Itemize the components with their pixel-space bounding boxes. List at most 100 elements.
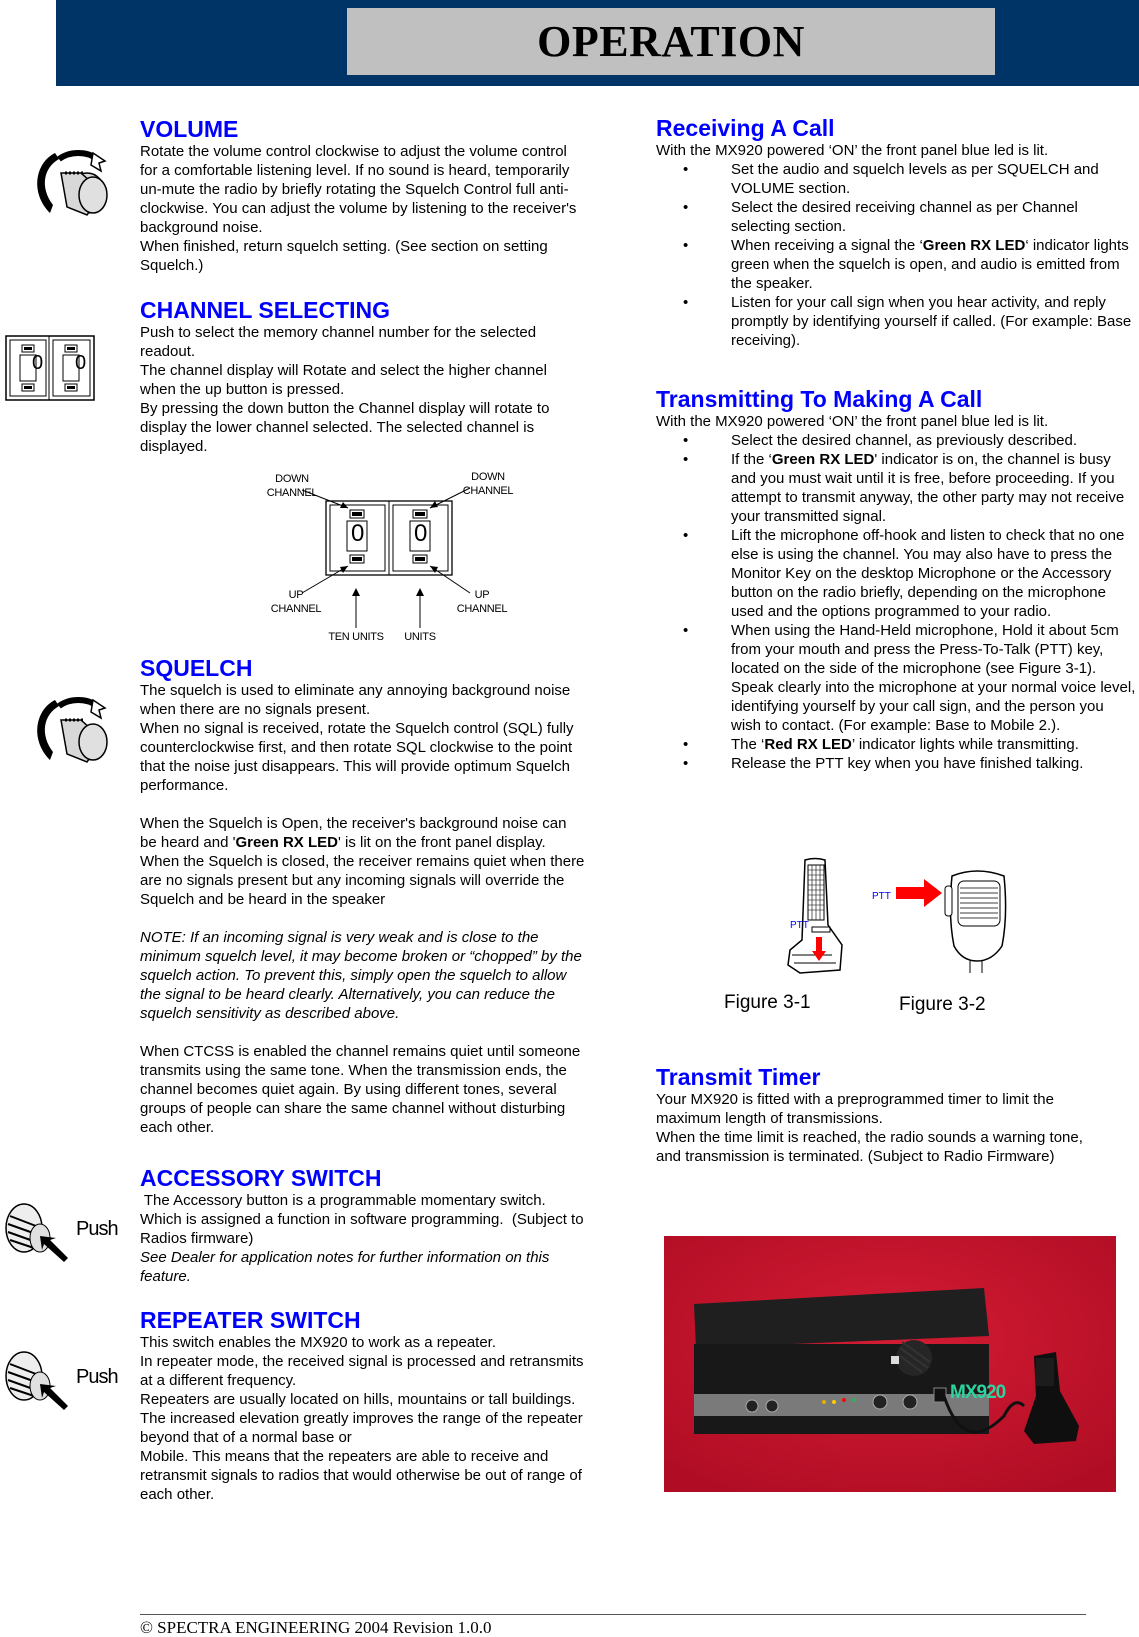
repeater-line: This switch enables the MX920 to work as… — [140, 1334, 497, 1351]
list-item: The ‘Red RX LED’ indicator lights while … — [656, 735, 1136, 754]
timer-line: and transmission is terminated. (Subject… — [656, 1148, 1055, 1165]
header-banner: OPERATION — [56, 0, 1139, 86]
volume-heading: VOLUME — [140, 116, 239, 142]
repeater-line: retransmit signals to radios that would … — [140, 1467, 582, 1484]
list-item: If the ‘Green RX LED' indicator is on, t… — [656, 450, 1136, 526]
list-item: Listen for your call sign when you hear … — [656, 293, 1136, 350]
accessory-note-line: feature. — [140, 1268, 191, 1285]
ctcss-line: each other. — [140, 1119, 215, 1136]
figure-3-1-caption: Figure 3-1 — [724, 992, 811, 1013]
list-item: Release the PTT key when you have finish… — [656, 754, 1136, 773]
accessory-line: The Accessory button is a programmable m… — [140, 1192, 546, 1209]
list-item: When receiving a signal the ‘Green RX LE… — [656, 236, 1136, 293]
list-item: Select the desired channel, as previousl… — [656, 431, 1136, 450]
squelch-section: SQUELCH The squelch is used to eliminate… — [140, 655, 640, 1137]
diagram-digit-tens: 0 — [351, 520, 365, 547]
squelch-line: When the Squelch is closed, the receiver… — [140, 853, 585, 870]
page-title: OPERATION — [537, 17, 805, 66]
repeater-line: at a different frequency. — [140, 1372, 297, 1389]
transmitting-heading: Transmitting To Making A Call — [656, 386, 983, 412]
receiving-list: Set the audio and squelch levels as per … — [656, 160, 1136, 350]
timer-line: maximum length of transmissions. — [656, 1110, 883, 1127]
text: Set the audio and squelch levels as per … — [731, 161, 1099, 197]
channel-line: Push to select the memory channel number… — [140, 324, 537, 341]
channel-line: By pressing the down button the Channel … — [140, 400, 550, 417]
repeater-line: Repeaters are usually located on hills, … — [140, 1391, 576, 1408]
rotary-knob-icon — [25, 690, 115, 775]
channel-section: CHANNEL SELECTING Push to select the mem… — [140, 297, 640, 456]
text: be heard and ' — [140, 834, 236, 851]
red-rx-led-term: Red RX LED — [764, 736, 852, 753]
mx920-brand-label: MX920 — [950, 1382, 1006, 1403]
text: Select the desired channel, as previousl… — [731, 432, 1078, 449]
label-line: CHANNEL — [462, 485, 514, 497]
volume-line: Squelch.) — [140, 257, 204, 274]
timer-heading: Transmit Timer — [656, 1064, 821, 1090]
channel-digit-tens: 0 — [32, 352, 44, 374]
volume-line: clockwise. You can adjust the volume by … — [140, 200, 577, 217]
repeater-line: The increased elevation greatly improves… — [140, 1410, 583, 1427]
squelch-note-line: the signal to be heard clearly. Alternat… — [140, 986, 555, 1003]
text: The ‘ — [731, 736, 765, 753]
text: Lift the microphone off-hook and listen … — [731, 527, 1125, 620]
squelch-note-line: minimum squelch level, it may become bro… — [140, 948, 582, 965]
channel-line: when the up button is pressed. — [140, 381, 345, 398]
receiving-intro: With the MX920 powered ‘ON’ the front pa… — [656, 142, 1049, 159]
text: When receiving a signal the ‘ — [731, 237, 923, 254]
receiving-heading: Receiving A Call — [656, 115, 835, 141]
squelch-line: are no signals present but any incoming … — [140, 872, 565, 889]
channel-line: The channel display will Rotate and sele… — [140, 362, 547, 379]
transmitting-list: Select the desired channel, as previousl… — [656, 431, 1136, 773]
accessory-note-line: See Dealer for application notes for fur… — [140, 1249, 550, 1266]
repeater-line: beyond that of a normal base or — [140, 1429, 352, 1446]
ptt-arrow-icon — [896, 878, 946, 913]
volume-line: Rotate the volume control clockwise to a… — [140, 143, 567, 160]
accessory-line: Which is assigned a function in software… — [140, 1211, 584, 1228]
push-knob-icon: Push — [2, 1198, 122, 1268]
volume-line: background noise. — [140, 219, 263, 236]
label-line: CHANNEL — [266, 487, 318, 499]
push-label: Push — [76, 1218, 119, 1240]
timer-line: Your MX920 is fitted with a preprogramme… — [656, 1091, 1054, 1108]
squelch-line: that the noise just disappears. This wil… — [140, 758, 570, 775]
squelch-line: when there are no signals present. — [140, 701, 371, 718]
squelch-line: When no signal is received, rotate the S… — [140, 720, 574, 737]
squelch-line: performance. — [140, 777, 229, 794]
ctcss-line: transmits using the same tone. When the … — [140, 1062, 567, 1079]
down-channel-label-right: DOWN CHANNEL — [460, 470, 516, 498]
list-item: Select the desired receiving channel as … — [656, 198, 1136, 236]
channel-heading: CHANNEL SELECTING — [140, 297, 391, 323]
green-rx-led-term: Green RX LED — [771, 451, 875, 468]
volume-line: When finished, return squelch setting. (… — [140, 238, 548, 255]
squelch-line: The squelch is used to eliminate any ann… — [140, 682, 571, 699]
ctcss-line: groups of people can share the same chan… — [140, 1100, 566, 1117]
label-line: UP — [288, 589, 304, 601]
down-channel-label-left: DOWN CHANNEL — [264, 472, 320, 500]
text: ’ indicator lights while transmitting. — [851, 736, 1079, 753]
squelch-line: Squelch and be heard in the speaker — [140, 891, 386, 908]
ptt-label-figure-1: PTT — [790, 920, 809, 931]
squelch-heading: SQUELCH — [140, 655, 253, 681]
channel-line: displayed. — [140, 438, 208, 455]
list-item: Lift the microphone off-hook and listen … — [656, 526, 1136, 621]
desktop-microphone-figure — [780, 855, 850, 980]
channel-selector-icon: 0 0 — [5, 335, 95, 406]
label-line: UP — [474, 589, 490, 601]
green-rx-led-term: Green RX LED — [235, 834, 338, 851]
ctcss-line: channel becomes quiet again. By using di… — [140, 1081, 557, 1098]
title-box: OPERATION — [347, 8, 995, 75]
repeater-heading: REPEATER SWITCH — [140, 1307, 361, 1333]
ten-units-label: TEN UNITS — [328, 631, 384, 643]
rotary-knob-icon — [25, 143, 115, 228]
volume-line: for a comfortable listening level. If no… — [140, 162, 570, 179]
accessory-section: ACCESSORY SWITCH The Accessory button is… — [140, 1165, 640, 1286]
timer-line: When the time limit is reached, the radi… — [656, 1129, 1083, 1146]
accessory-heading: ACCESSORY SWITCH — [140, 1165, 382, 1191]
repeater-line: Mobile. This means that the repeaters ar… — [140, 1448, 549, 1465]
text: When using the Hand-Held microphone, Hol… — [731, 622, 1136, 734]
squelch-note-line: squelch sensitivity as described above. — [140, 1005, 400, 1022]
receiving-section: Receiving A Call With the MX920 powered … — [656, 115, 1136, 350]
text: If the ‘ — [731, 451, 772, 468]
repeater-section: REPEATER SWITCH This switch enables the … — [140, 1307, 640, 1504]
channel-digit-units: 0 — [75, 352, 87, 374]
